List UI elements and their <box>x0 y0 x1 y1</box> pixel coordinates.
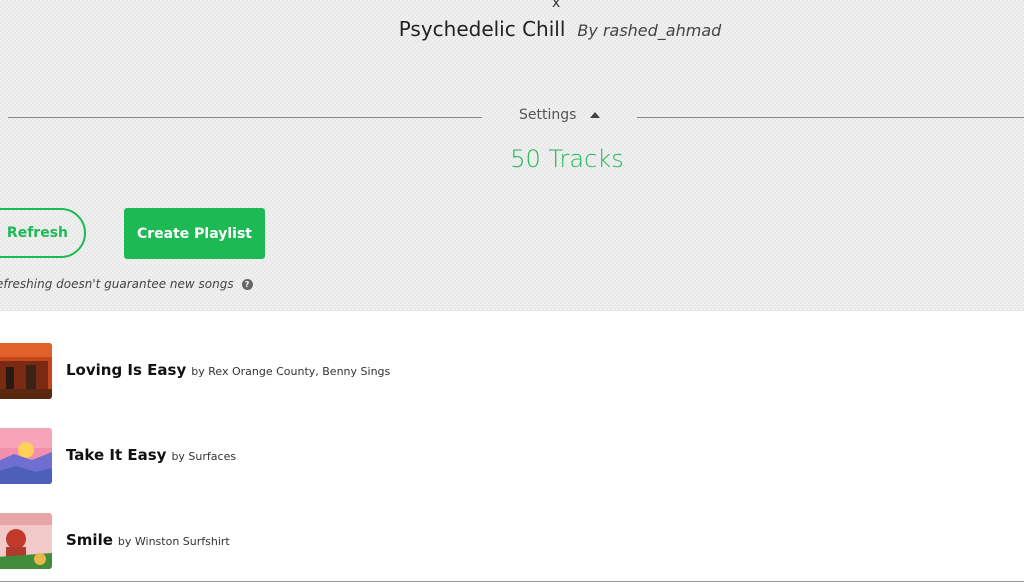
close-button[interactable]: x <box>552 0 560 10</box>
refresh-hint-text: efreshing doesn't guarantee new songs <box>0 277 234 291</box>
track-row[interactable]: Smile by Winston Surfshirt <box>0 513 1024 569</box>
track-artist: by Winston Surfshirt <box>117 535 230 548</box>
refresh-hint: efreshing doesn't guarantee new songs ? <box>0 277 253 291</box>
refresh-label: Refresh <box>6 225 68 241</box>
help-icon[interactable]: ? <box>241 278 253 290</box>
playlist-title-row: Psychedelic Chill By rashed_ahmad <box>0 17 1024 41</box>
divider-bottom <box>0 581 1024 582</box>
track-name: Smile <box>66 531 113 549</box>
track-name: Loving Is Easy <box>66 361 187 379</box>
tracks-count: 50 Tracks <box>510 145 624 173</box>
playlist-author: By rashed_ahmad <box>577 21 722 40</box>
album-art <box>0 343 52 399</box>
album-art <box>0 513 52 569</box>
playlist-header-area: x Psychedelic Chill By rashed_ahmad Setti… <box>0 0 1024 311</box>
track-row[interactable]: Loving Is Easy by Rex Orange County, Benn… <box>0 343 1024 399</box>
settings-label: Settings <box>519 107 577 123</box>
track-artist: by Surfaces <box>171 450 237 463</box>
create-playlist-label: Create Playlist <box>136 225 252 242</box>
track-info: Loving Is Easy by Rex Orange County, Benn… <box>66 360 390 379</box>
playlist-name: Psychedelic Chill <box>398 17 566 41</box>
album-art <box>0 428 52 484</box>
create-playlist-button[interactable]: Create Playlist <box>124 208 265 259</box>
track-name: Take It Easy <box>66 446 167 464</box>
track-info: Take It Easy by Surfaces <box>66 445 236 464</box>
caret-up-icon <box>590 112 601 118</box>
track-artist: by Rex Orange County, Benny Sings <box>191 365 391 378</box>
refresh-icon: ↻ <box>0 225 1 241</box>
settings-toggle[interactable]: Settings <box>519 107 601 123</box>
track-info: Smile by Winston Surfshirt <box>66 530 230 549</box>
divider-right <box>637 117 1024 118</box>
divider-left <box>8 117 482 118</box>
refresh-button[interactable]: ↻ Refresh <box>0 208 86 258</box>
track-row[interactable]: Take It Easy by Surfaces <box>0 428 1024 484</box>
